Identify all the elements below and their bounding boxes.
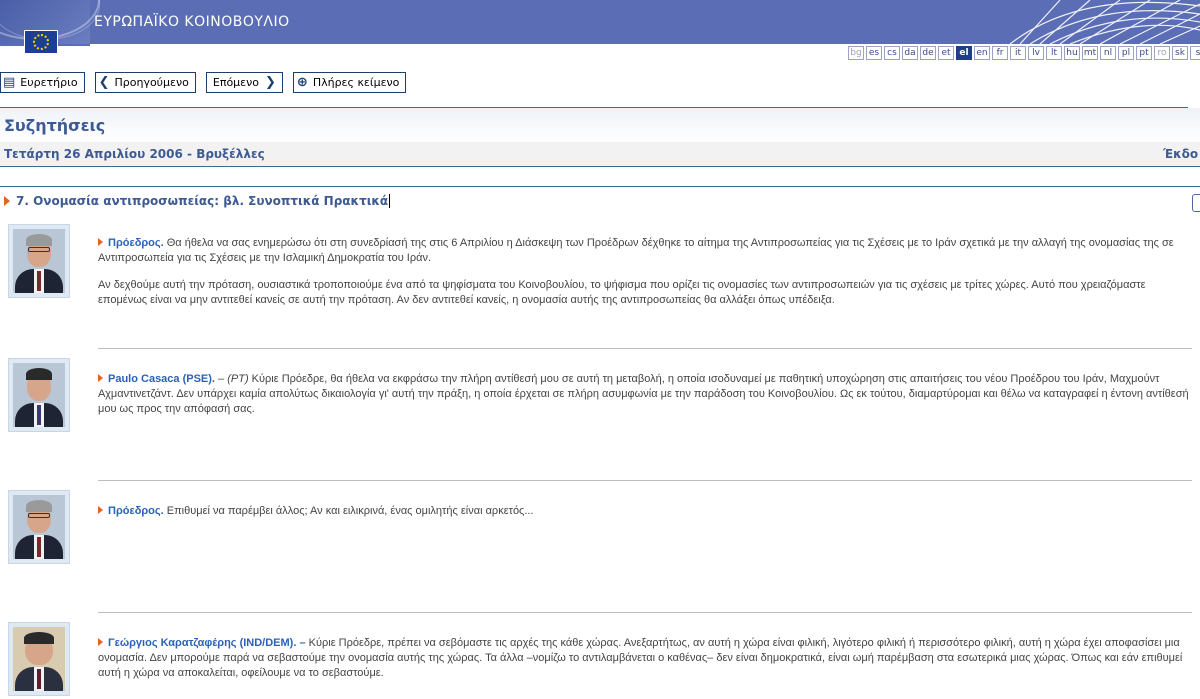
previous-button-label: Προηγούμενο	[114, 76, 189, 89]
speech-text: Πρόεδρος. Θα ήθελα να σας ενημερώσω ότι …	[98, 236, 1196, 320]
full-text-button-label: Πλήρες κείμενο	[312, 76, 400, 89]
speech-text: Γεώργιος Καρατζαφέρης (IND/DEM). – Κύριε…	[98, 636, 1196, 693]
language-option-sk[interactable]: sk	[1172, 46, 1188, 60]
language-option-hu[interactable]: hu	[1064, 46, 1080, 60]
avatar	[13, 495, 65, 559]
language-option-lv[interactable]: lv	[1028, 46, 1044, 60]
speaker-photo	[8, 622, 70, 696]
orange-arrow-icon	[98, 238, 103, 246]
avatar	[13, 627, 65, 691]
speech-divider	[98, 612, 1192, 613]
speaker-name[interactable]: Paulo Casaca (PSE).	[108, 373, 215, 385]
previous-button[interactable]: ❮ Προηγούμενο	[94, 72, 196, 93]
language-option-it[interactable]: it	[1010, 46, 1026, 60]
orange-arrow-icon	[98, 638, 103, 646]
plus-circle-icon: ⊕	[296, 75, 308, 90]
sitting-date: Τετάρτη 26 Απριλίου 2006 - Βρυξέλλες	[4, 147, 265, 161]
divider	[0, 166, 1200, 167]
language-option-en[interactable]: en	[974, 46, 990, 60]
chevron-left-icon: ❮	[98, 75, 110, 90]
language-option-et[interactable]: et	[938, 46, 954, 60]
language-option-mt[interactable]: mt	[1082, 46, 1098, 60]
speaker-photo	[8, 490, 70, 564]
language-list: bg es cs da de et el en fr it lv lt hu mt nl pl pt ro sk s	[848, 46, 1200, 60]
language-option-s[interactable]: s	[1190, 46, 1200, 60]
orange-arrow-icon	[98, 374, 103, 382]
parliament-dome-graphic	[1000, 0, 1200, 44]
orange-arrow-icon	[4, 196, 10, 206]
orange-arrow-icon	[98, 506, 103, 514]
language-option-bg[interactable]: bg	[848, 46, 864, 60]
speech-text: Πρόεδρος. Επιθυμεί να παρέμβει άλλος; Αν…	[98, 504, 1196, 531]
index-button-label: Ευρετήριο	[20, 76, 78, 89]
next-button[interactable]: Επόμενο ❯	[205, 72, 283, 93]
language-option-de[interactable]: de	[920, 46, 936, 60]
speech-divider	[98, 480, 1192, 481]
date-row: Τετάρτη 26 Απριλίου 2006 - Βρυξέλλες Έκδ…	[0, 142, 1200, 166]
site-title: ΕΥΡΩΠΑΪΚΟ ΚΟΙΝΟΒΟΥΛΙΟ	[94, 14, 290, 30]
language-tag: (PT)	[227, 373, 249, 385]
speech-divider	[98, 348, 1192, 349]
language-option-el[interactable]: el	[956, 46, 972, 60]
avatar	[13, 363, 65, 427]
list-icon: ▤	[3, 75, 16, 90]
language-option-da[interactable]: da	[902, 46, 918, 60]
divider	[0, 186, 1200, 187]
agenda-item-title: 7. Ονομασία αντιπροσωπείας: βλ. Συνοπτικ…	[4, 194, 391, 208]
language-option-fr[interactable]: fr	[992, 46, 1008, 60]
text-cursor	[389, 194, 391, 208]
language-option-pt[interactable]: pt	[1136, 46, 1152, 60]
document-icon[interactable]	[1192, 194, 1200, 212]
speech-paragraph: Κύριε Πρόεδρε, θα ήθελα να εκφράσω την π…	[98, 373, 1189, 415]
speech-text: Paulo Casaca (PSE). – (PT) Κύριε Πρόεδρε…	[98, 372, 1196, 429]
language-option-es[interactable]: es	[866, 46, 882, 60]
header-banner: ΕΥΡΩΠΑΪΚΟ ΚΟΙΝΟΒΟΥΛΙΟ	[0, 0, 1200, 44]
avatar	[13, 229, 65, 293]
language-option-cs[interactable]: cs	[884, 46, 900, 60]
index-button[interactable]: ▤ Ευρετήριο	[0, 72, 85, 93]
full-text-button[interactable]: ⊕ Πλήρες κείμενο	[292, 72, 407, 93]
eu-flag-icon	[24, 30, 58, 54]
speech-paragraph: Επιθυμεί να παρέμβει άλλος; Αν και ειλικ…	[163, 505, 534, 517]
language-option-pl[interactable]: pl	[1118, 46, 1134, 60]
agenda-item-text: 7. Ονομασία αντιπροσωπείας: βλ. Συνοπτικ…	[16, 194, 389, 208]
next-button-label: Επόμενο	[212, 76, 259, 89]
speech-paragraph: Αν δεχθούμε αυτή την πρόταση, ουσιαστικά…	[98, 279, 1146, 306]
speaker-name[interactable]: Πρόεδρος.	[108, 237, 164, 249]
speaker-photo	[8, 224, 70, 298]
speech-paragraph: Θα ήθελα να σας ενημερώσω ότι στη συνεδρ…	[98, 237, 1174, 264]
navigation-toolbar: ▤ Ευρετήριο ❮ Προηγούμενο Επόμενο ❯ ⊕ Πλ…	[0, 72, 407, 94]
speaker-name[interactable]: Πρόεδρος.	[108, 505, 164, 517]
title-background	[0, 108, 1200, 142]
speaker-name[interactable]: Γεώργιος Καρατζαφέρης (IND/DEM).	[108, 637, 296, 649]
language-option-lt[interactable]: lt	[1046, 46, 1062, 60]
edition-link[interactable]: Έκδο	[1163, 147, 1198, 161]
speaker-photo	[8, 358, 70, 432]
speech-dash: –	[296, 637, 309, 649]
page-title: Συζητήσεις	[4, 116, 106, 135]
chevron-right-icon: ❯	[265, 75, 276, 90]
language-option-ro[interactable]: ro	[1154, 46, 1170, 60]
language-bar: bg es cs da de et el en fr it lv lt hu mt nl pl pt ro sk s	[0, 44, 1200, 62]
speech-dash: –	[215, 373, 228, 385]
language-option-nl[interactable]: nl	[1100, 46, 1116, 60]
